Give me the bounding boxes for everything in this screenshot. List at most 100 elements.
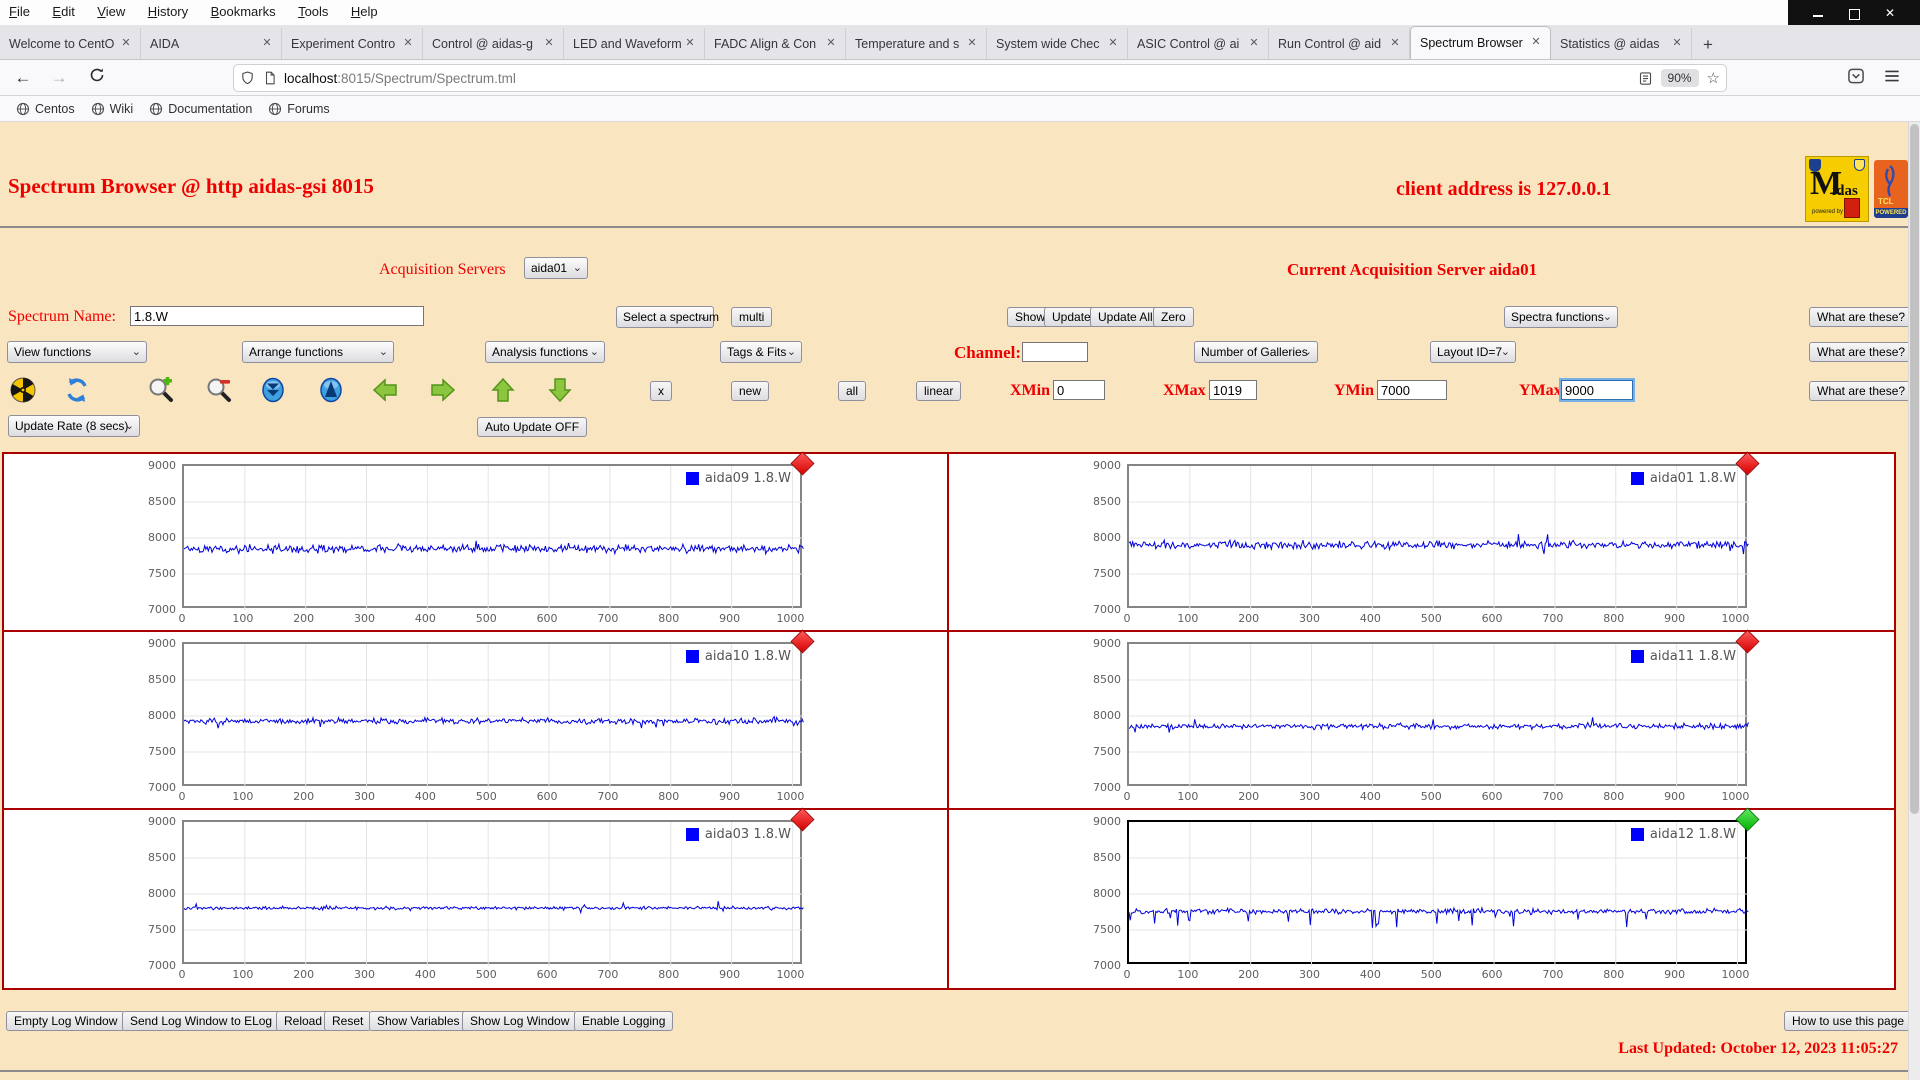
tab-close-icon[interactable]: ✕ — [1105, 36, 1121, 52]
back-icon[interactable]: ← — [10, 65, 36, 91]
tab-control-aidas[interactable]: Control @ aidas-g✕ — [423, 28, 564, 59]
send-log-window-button[interactable]: Send Log Window to ELog — [122, 1011, 280, 1031]
multi-button[interactable]: multi — [731, 307, 772, 327]
tab-close-icon[interactable]: ✕ — [400, 36, 416, 52]
reload-button[interactable]: Reload — [276, 1011, 330, 1031]
spectrum-plot-aida01[interactable]: aida01 1.8.W — [1127, 464, 1747, 608]
url-bar[interactable]: localhost:8015/Spectrum/Spectrum.tml 90%… — [233, 64, 1727, 92]
tab-close-icon[interactable]: ✕ — [1669, 36, 1685, 52]
layout-id-dropdown[interactable]: Layout ID=7⌄ — [1430, 341, 1516, 363]
menu-view[interactable]: View — [88, 0, 134, 23]
expand-y-icon[interactable] — [318, 377, 344, 403]
menu-edit[interactable]: Edit — [43, 0, 83, 23]
acquisition-server-select[interactable]: aida01⌄ — [524, 257, 588, 279]
analysis-functions-dropdown[interactable]: Analysis functions⌄ — [485, 341, 605, 363]
spectrum-plot-aida12[interactable]: aida12 1.8.W — [1127, 820, 1747, 964]
select-spectrum-dropdown[interactable]: Select a spectrum⌄ — [616, 306, 714, 328]
spectrum-plot-aida09[interactable]: aida09 1.8.W — [182, 464, 802, 608]
number-of-galleries-dropdown[interactable]: Number of Galleries⌄ — [1194, 341, 1318, 363]
show-log-window-button[interactable]: Show Log Window — [462, 1011, 577, 1031]
spectrum-panel-aida09[interactable]: 90008500800075007000aida09 1.8.W01002003… — [4, 454, 949, 632]
tab-close-icon[interactable]: ✕ — [964, 36, 980, 52]
bookmark-wiki[interactable]: Wiki — [91, 102, 134, 116]
menu-help[interactable]: Help — [342, 0, 387, 23]
xmax-input[interactable] — [1209, 380, 1257, 400]
update-rate-dropdown[interactable]: Update Rate (8 secs)⌄ — [8, 415, 140, 437]
minimize-icon[interactable] — [1812, 7, 1824, 19]
spectrum-plot-aida10[interactable]: aida10 1.8.W — [182, 642, 802, 786]
menu-bookmarks[interactable]: Bookmarks — [202, 0, 285, 23]
empty-log-window-button[interactable]: Empty Log Window — [6, 1011, 125, 1031]
spectrum-plot-aida03[interactable]: aida03 1.8.W — [182, 820, 802, 964]
midas-logo[interactable]: Midas powered by — [1805, 156, 1869, 222]
menu-hamburger-icon[interactable] — [1882, 66, 1902, 91]
tab-close-icon[interactable]: ✕ — [259, 36, 275, 52]
menu-history[interactable]: History — [139, 0, 197, 23]
new-tab-button[interactable]: + — [1694, 31, 1722, 59]
zoom-out-icon[interactable] — [206, 377, 232, 403]
reader-view-icon[interactable] — [1638, 71, 1653, 86]
tab-aida[interactable]: AIDA✕ — [141, 28, 282, 59]
all-button[interactable]: all — [838, 381, 866, 401]
reload-icon[interactable] — [84, 65, 110, 91]
how-to-use-button[interactable]: How to use this page — [1784, 1011, 1912, 1031]
tcl-powered-logo[interactable]: TCL POWERED — [1874, 160, 1908, 218]
collapse-y-icon[interactable] — [260, 377, 286, 403]
what-are-these-button-2[interactable]: What are these? — [1809, 342, 1913, 362]
scrollbar[interactable] — [1908, 122, 1920, 1080]
tab-asic-control[interactable]: ASIC Control @ ai✕ — [1128, 28, 1269, 59]
reset-button[interactable]: Reset — [324, 1011, 371, 1031]
zoom-in-icon[interactable] — [148, 377, 174, 403]
zero-button[interactable]: Zero — [1153, 307, 1194, 327]
menu-file[interactable]: File — [0, 0, 39, 23]
spectra-functions-dropdown[interactable]: Spectra functions⌄ — [1504, 306, 1618, 328]
spectrum-panel-aida01[interactable]: 90008500800075007000aida01 1.8.W01002003… — [949, 454, 1894, 632]
tags-fits-dropdown[interactable]: Tags & Fits⌄ — [720, 341, 802, 363]
pan-down-icon[interactable] — [547, 377, 573, 403]
scrollbar-thumb[interactable] — [1910, 124, 1919, 814]
bookmark-forums[interactable]: Forums — [268, 102, 329, 116]
bookmark-star-icon[interactable]: ☆ — [1707, 69, 1720, 87]
tab-fadc-align[interactable]: FADC Align & Con✕ — [705, 28, 846, 59]
tab-spectrum-browser[interactable]: Spectrum Browser✕ — [1410, 26, 1551, 59]
spectrum-panel-aida11[interactable]: 90008500800075007000aida11 1.8.W01002003… — [949, 632, 1894, 810]
spectrum-panel-aida10[interactable]: 90008500800075007000aida10 1.8.W01002003… — [4, 632, 949, 810]
tab-close-icon[interactable]: ✕ — [1528, 35, 1544, 51]
update-all-button[interactable]: Update All — [1090, 307, 1161, 327]
arrange-functions-dropdown[interactable]: Arrange functions⌄ — [242, 341, 394, 363]
tab-statistics[interactable]: Statistics @ aidas✕ — [1551, 28, 1692, 59]
enable-logging-button[interactable]: Enable Logging — [574, 1011, 673, 1031]
pan-left-icon[interactable] — [372, 377, 398, 403]
channel-input[interactable] — [1022, 342, 1088, 362]
tab-run-control[interactable]: Run Control @ aid✕ — [1269, 28, 1410, 59]
ymin-input[interactable] — [1377, 380, 1447, 400]
tab-close-icon[interactable]: ✕ — [1246, 36, 1262, 52]
zoom-level-badge[interactable]: 90% — [1661, 69, 1699, 87]
tab-close-icon[interactable]: ✕ — [541, 36, 557, 52]
auto-update-button[interactable]: Auto Update OFF — [477, 417, 587, 437]
view-functions-dropdown[interactable]: View functions⌄ — [7, 341, 147, 363]
tab-welcome-centos[interactable]: Welcome to CentO✕ — [0, 28, 141, 59]
pan-right-icon[interactable] — [430, 377, 456, 403]
tab-led-waveform[interactable]: LED and Waveform✕ — [564, 28, 705, 59]
tab-close-icon[interactable]: ✕ — [1387, 36, 1403, 52]
tab-close-icon[interactable]: ✕ — [118, 36, 134, 52]
bookmark-documentation[interactable]: Documentation — [149, 102, 252, 116]
what-are-these-button-1[interactable]: What are these? — [1809, 307, 1913, 327]
pan-up-icon[interactable] — [490, 377, 516, 403]
maximize-icon[interactable] — [1848, 7, 1860, 19]
spectrum-plot-aida11[interactable]: aida11 1.8.W — [1127, 642, 1747, 786]
linear-button[interactable]: linear — [916, 381, 961, 401]
new-button[interactable]: new — [731, 381, 769, 401]
tab-experiment-control[interactable]: Experiment Contro✕ — [282, 28, 423, 59]
xmin-input[interactable] — [1053, 380, 1105, 400]
spectrum-panel-aida03[interactable]: 90008500800075007000aida03 1.8.W01002003… — [4, 810, 949, 988]
tab-close-icon[interactable]: ✕ — [823, 36, 839, 52]
tab-system-wide-check[interactable]: System wide Chec✕ — [987, 28, 1128, 59]
x-button[interactable]: x — [650, 381, 672, 401]
ymax-input[interactable] — [1561, 380, 1633, 400]
pocket-icon[interactable] — [1846, 66, 1866, 91]
menu-tools[interactable]: Tools — [289, 0, 337, 23]
refresh-icon[interactable] — [64, 377, 90, 403]
tab-temperature[interactable]: Temperature and s✕ — [846, 28, 987, 59]
